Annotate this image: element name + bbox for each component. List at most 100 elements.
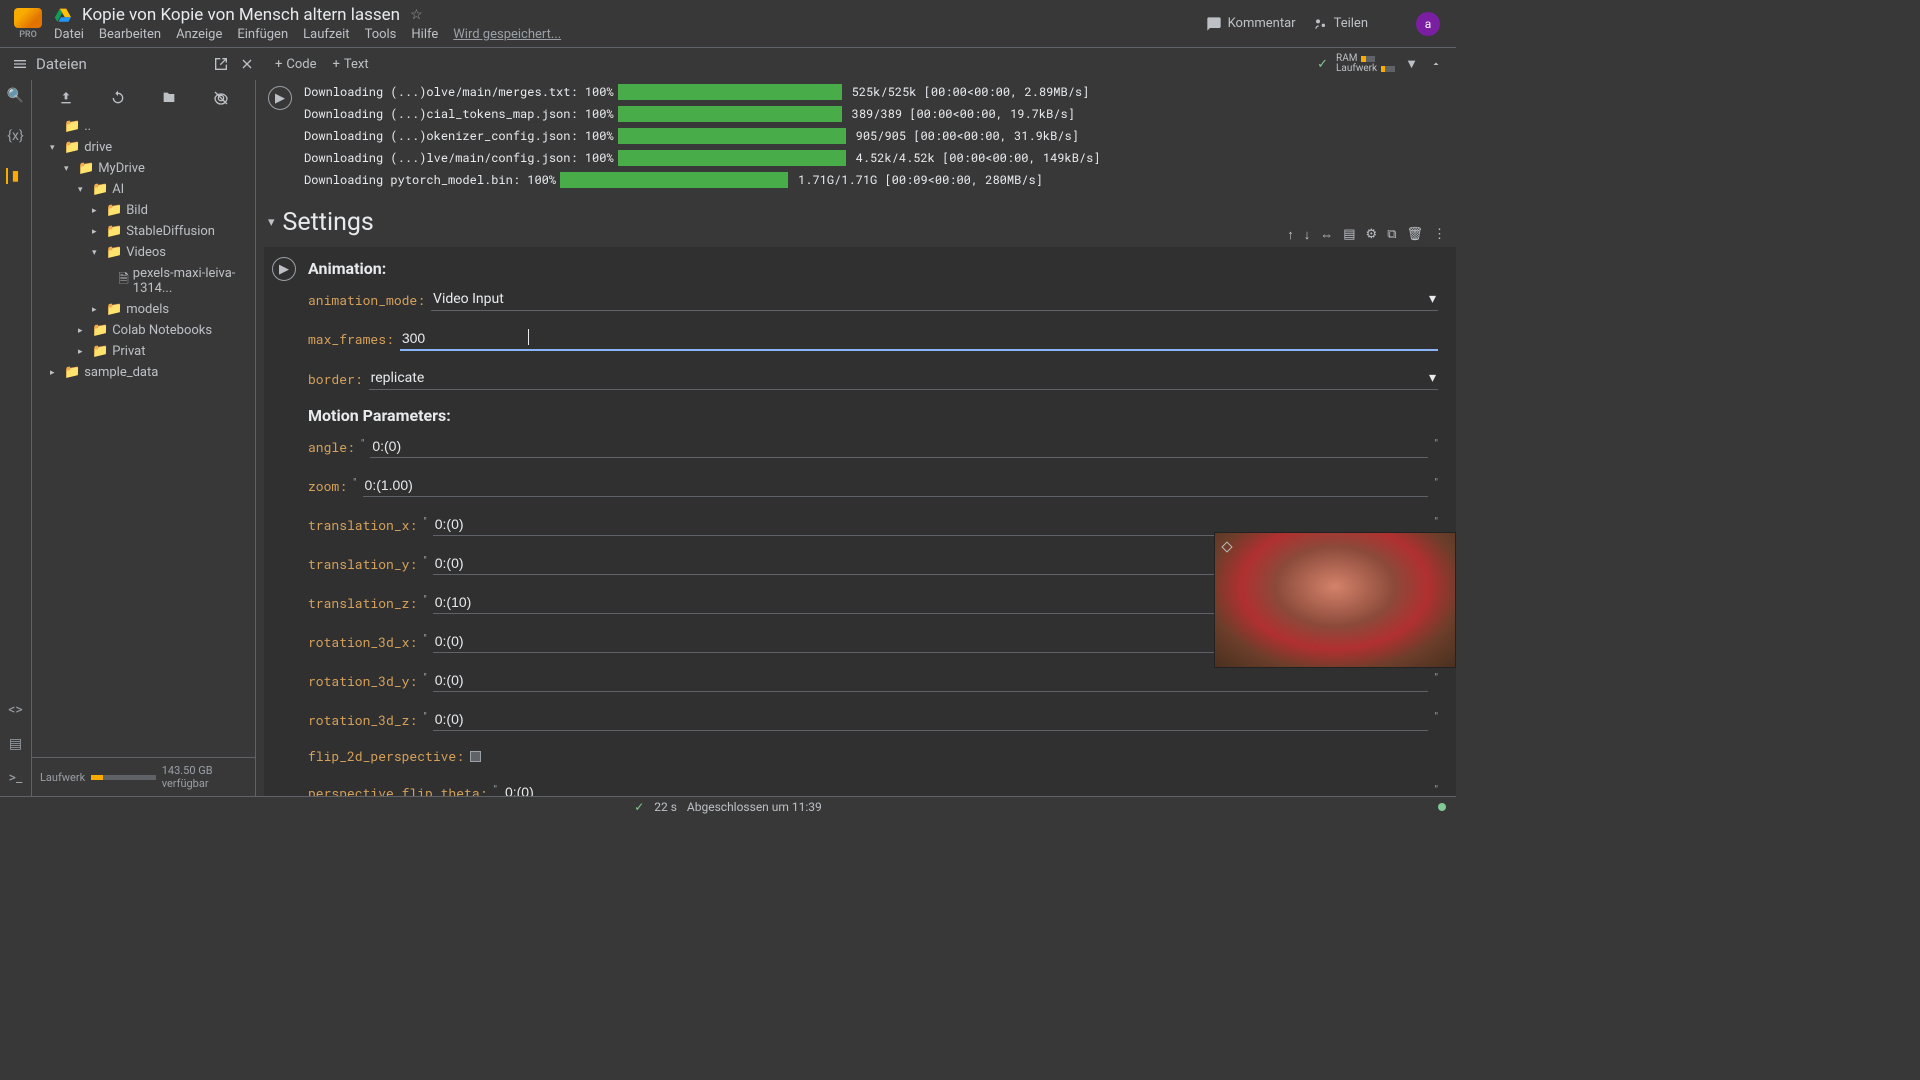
notebook-content[interactable]: ▶ Downloading (...)olve/main/merges.txt:… [256, 80, 1456, 796]
tree-mydrive[interactable]: ▾📁MyDrive [36, 158, 251, 179]
hamburger-icon[interactable] [12, 56, 28, 72]
status-bar: ✓ 22 s Abgeschlossen um 11:39 [0, 796, 1456, 816]
border-select[interactable]: replicate▾ [369, 367, 1438, 390]
tree-up[interactable]: 📁.. [36, 116, 251, 137]
mirror-icon[interactable]: ⧉ [1387, 227, 1396, 243]
tree-models[interactable]: ▸📁models [36, 299, 251, 320]
colab-logo[interactable]: PRO [14, 8, 42, 40]
runtime-dropdown-icon[interactable]: ▼ [1403, 54, 1420, 74]
ty-label: translation_y: [308, 555, 417, 573]
gear-icon[interactable] [1384, 16, 1400, 32]
tree-drive[interactable]: ▾📁drive [36, 137, 251, 158]
delete-icon[interactable]: 🗑 [1406, 227, 1423, 243]
angle-input[interactable] [370, 435, 1428, 458]
tree-sd[interactable]: ▸📁StableDiffusion [36, 221, 251, 242]
r3y-input[interactable] [433, 669, 1429, 692]
max-frames-input[interactable] [400, 327, 1438, 351]
comment-cell-icon[interactable]: ▤ [1343, 227, 1355, 243]
files-icon[interactable]: ▮ [6, 168, 20, 184]
tree-privat[interactable]: ▸📁Privat [36, 341, 251, 362]
tree-pexels[interactable]: 🗎pexels-maxi-leiva-1314... [36, 263, 251, 299]
menu-bearbeiten[interactable]: Bearbeiten [99, 27, 161, 42]
close-icon[interactable] [239, 56, 255, 72]
download-row: Downloading (...)cial_tokens_map.json: 1… [304, 106, 1436, 122]
menu-hilfe[interactable]: Hilfe [411, 27, 438, 42]
disk-label: Laufwerk [40, 771, 85, 784]
teilen-button[interactable]: Teilen [1312, 16, 1368, 32]
flip-checkbox[interactable] [470, 751, 481, 762]
flip-label: flip_2d_perspective: [308, 747, 464, 765]
max-frames-label: max_frames: [308, 330, 394, 348]
hide-icon[interactable] [213, 90, 229, 106]
shell-rail-icon[interactable]: >_ [9, 770, 23, 786]
refresh-icon[interactable] [110, 90, 126, 106]
pft-input[interactable] [503, 781, 1429, 796]
status-time: Abgeschlossen um 11:39 [687, 800, 822, 814]
settings-title: Settings [283, 208, 374, 237]
menu-einfuegen[interactable]: Einfügen [237, 27, 288, 42]
tx-label: translation_x: [308, 516, 417, 534]
move-up-icon[interactable]: ↑ [1287, 227, 1294, 243]
comment-icon [1206, 16, 1222, 32]
star-icon[interactable]: ☆ [410, 7, 423, 23]
chevron-down-icon: ▾ [1429, 370, 1436, 386]
tree-sample[interactable]: ▸📁sample_data [36, 362, 251, 383]
search-icon[interactable]: 🔍 [7, 88, 24, 104]
connected-dot-icon [1438, 803, 1446, 811]
terminal-rail-icon[interactable]: ▤ [9, 736, 22, 752]
download-row: Downloading pytorch_model.bin: 100%1.71G… [304, 172, 1436, 188]
files-panel-title: Dateien [36, 55, 205, 73]
tz-label: translation_z: [308, 594, 417, 612]
download-row: Downloading (...)olve/main/merges.txt: 1… [304, 84, 1436, 100]
left-rail: 🔍 {x} ▮ <> ▤ >_ [0, 80, 32, 796]
menu-datei[interactable]: Datei [54, 27, 84, 42]
mount-drive-icon[interactable] [161, 90, 177, 106]
more-icon[interactable]: ⋮ [1433, 227, 1446, 243]
animation-heading: Animation: [308, 259, 1438, 278]
run-button-downloads[interactable]: ▶ [268, 86, 292, 110]
settings-collapse-icon[interactable]: ▾ [268, 215, 275, 230]
r3z-input[interactable] [433, 708, 1429, 731]
run-button-settings[interactable]: ▶ [272, 257, 296, 281]
menu-laufzeit[interactable]: Laufzeit [303, 27, 349, 42]
animation-mode-label: animation_mode: [308, 291, 425, 309]
add-text-button[interactable]: +Text [333, 57, 369, 72]
status-duration: 22 s [654, 800, 677, 814]
resources-indicator[interactable]: RAM Laufwerk [1336, 54, 1395, 74]
animation-mode-select[interactable]: Video Input▾ [431, 288, 1438, 311]
r3z-label: rotation_3d_z: [308, 711, 417, 729]
share-icon [1312, 16, 1328, 32]
angle-label: angle: [308, 438, 355, 456]
link-icon[interactable]: ⇔ [1320, 227, 1333, 243]
add-code-button[interactable]: +Code [275, 57, 317, 72]
text-cursor [528, 329, 529, 345]
webcam-overlay [1214, 532, 1456, 668]
collapse-up-icon[interactable] [1428, 56, 1444, 72]
zoom-input[interactable] [363, 474, 1429, 497]
motion-heading: Motion Parameters: [308, 406, 1438, 425]
tree-bild[interactable]: ▸📁Bild [36, 200, 251, 221]
save-status: Wird gespeichert... [453, 27, 561, 42]
kommentar-button[interactable]: Kommentar [1206, 16, 1296, 32]
r3y-label: rotation_3d_y: [308, 672, 417, 690]
variables-icon[interactable]: {x} [7, 128, 23, 144]
code-rail-icon[interactable]: <> [8, 702, 22, 718]
document-title[interactable]: Kopie von Kopie von Mensch altern lassen [82, 5, 400, 25]
tree-ai[interactable]: ▾📁AI [36, 179, 251, 200]
popout-icon[interactable] [213, 56, 229, 72]
cell-actions: ↑ ↓ ⇔ ▤ ⚙ ⧉ 🗑 ⋮ [1287, 227, 1446, 243]
tree-colab[interactable]: ▸📁Colab Notebooks [36, 320, 251, 341]
toolbar: Dateien +Code +Text ✓ RAM Laufwerk ▼ [0, 48, 1456, 80]
settings-cell-icon[interactable]: ⚙ [1366, 227, 1378, 243]
upload-icon[interactable] [58, 90, 74, 106]
r3x-label: rotation_3d_x: [308, 633, 417, 651]
menu-anzeige[interactable]: Anzeige [176, 27, 222, 42]
pro-badge: PRO [19, 30, 37, 40]
menu-tools[interactable]: Tools [365, 27, 397, 42]
download-row: Downloading (...)lve/main/config.json: 1… [304, 150, 1436, 166]
disk-space: 143.50 GB verfügbar [162, 764, 247, 790]
move-down-icon[interactable]: ↓ [1304, 227, 1311, 243]
user-avatar[interactable]: a [1416, 12, 1440, 36]
tree-videos[interactable]: ▾📁Videos [36, 242, 251, 263]
chevron-down-icon: ▾ [1429, 291, 1436, 307]
